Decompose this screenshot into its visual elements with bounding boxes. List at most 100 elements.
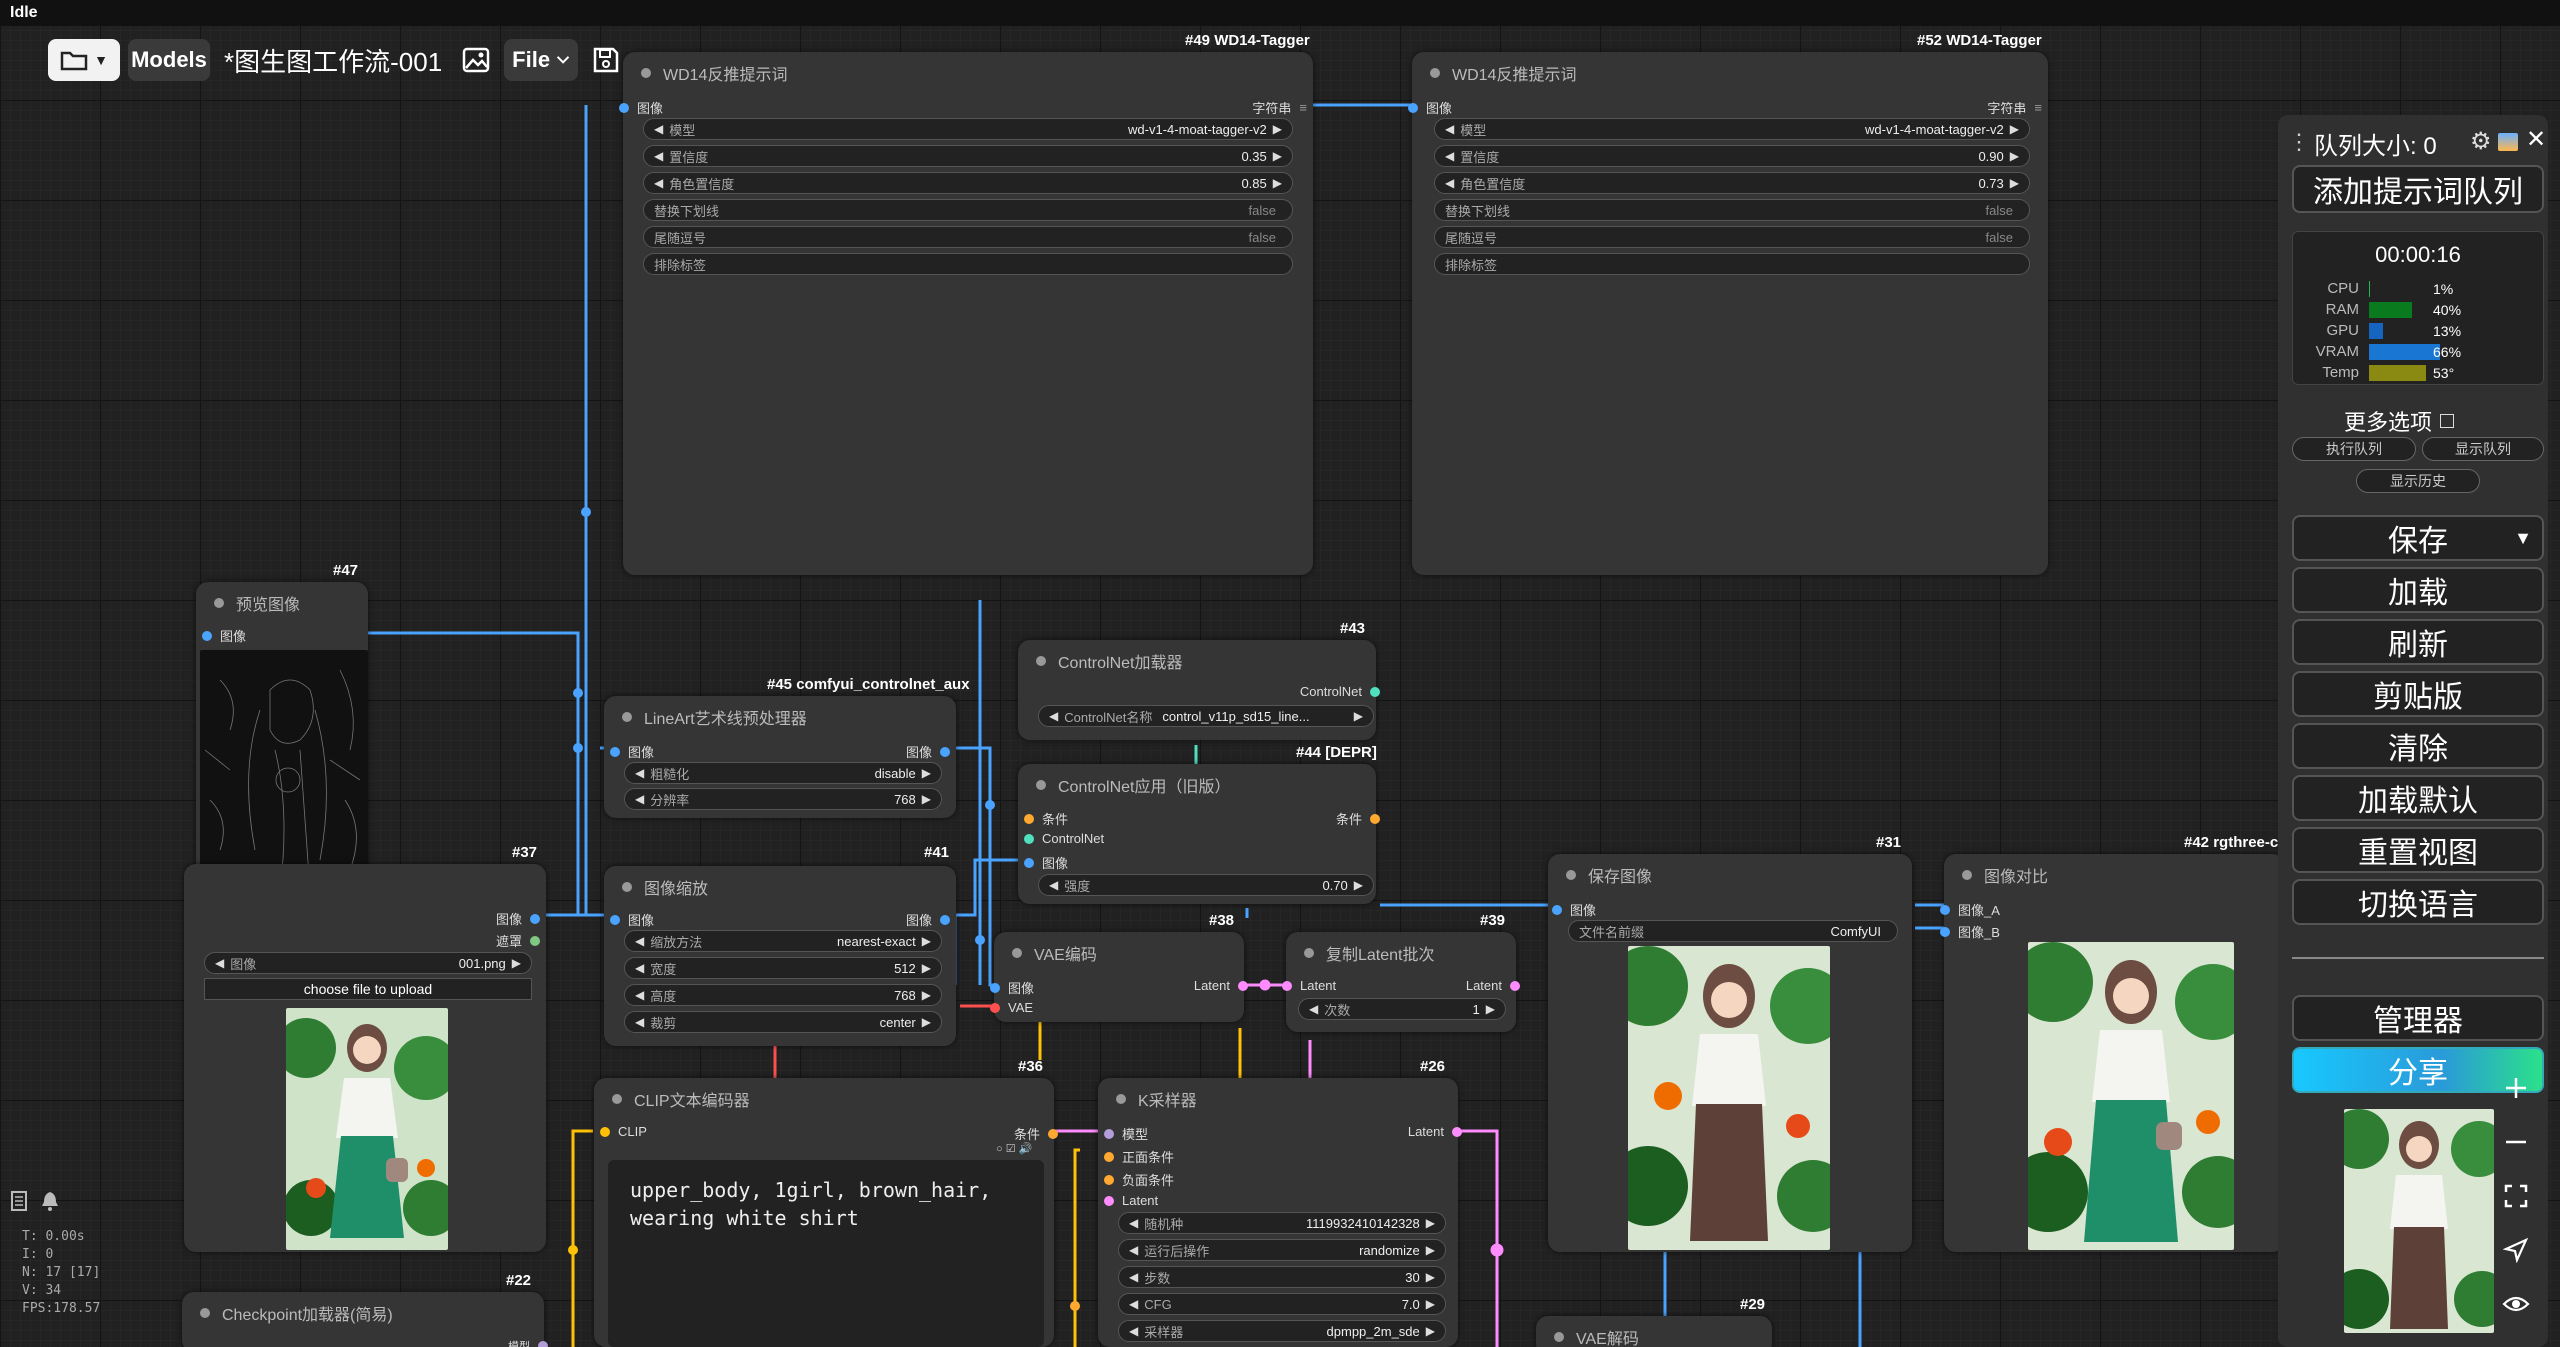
caret-down-icon[interactable]: ▼ <box>2514 528 2532 549</box>
control-after-generate-widget[interactable]: ◀ 运行后操作 randomize ▶ <box>1118 1239 1446 1261</box>
wd14-tagger-node-52[interactable]: WD14反推提示词 图像 ≡ 字符串 ◀ 模型 wd-v1-4-moat-tagger… <box>1408 52 2048 575</box>
vae-decode-node-29[interactable]: VAE解码 <box>1536 1316 1772 1347</box>
input-image[interactable]: 图像 <box>990 978 1034 997</box>
clip-text-encode-node-36[interactable]: CLIP文本编码器 CLIP 条件 ○ ☑ 🔊 upper_body, 1gir… <box>594 1078 1058 1347</box>
bell-icon[interactable] <box>40 1190 60 1212</box>
document-icon[interactable] <box>10 1190 28 1212</box>
save-button[interactable]: 保存 ▼ <box>2292 515 2544 561</box>
repeat-latent-batch-node-39[interactable]: 复制Latent批次 Latent Latent ◀ 次数 1 ▶ <box>1282 932 1520 1032</box>
model-widget[interactable]: ◀ 模型 wd-v1-4-moat-tagger-v2 ▶ <box>643 118 1293 140</box>
coarse-widget[interactable]: ◀ 粗糙化 disable ▶ <box>624 762 942 784</box>
send-icon[interactable] <box>2488 1226 2544 1274</box>
exclude-tags-field[interactable]: 排除标签 <box>1434 253 2030 275</box>
resolution-widget[interactable]: ◀ 分辨率 768 ▶ <box>624 788 942 810</box>
exec-queue-button[interactable]: 执行队列 <box>2292 437 2416 461</box>
threshold-widget[interactable]: ◀ 置信度 0.35 ▶ <box>643 145 1293 167</box>
output-controlnet[interactable]: ControlNet <box>1300 684 1380 699</box>
filename-prefix-widget[interactable]: 文件名前缀 ComfyUI <box>1568 920 1898 942</box>
controlnet-loader-node-43[interactable]: ControlNet加载器 ControlNet ◀ ControlNet名称 co… <box>1018 640 1380 740</box>
show-history-button[interactable]: 显示历史 <box>2356 469 2480 493</box>
output-image[interactable]: 图像 <box>906 910 950 929</box>
gallery-icon[interactable] <box>2498 133 2518 151</box>
vae-encode-node-38[interactable]: VAE编码 图像 VAE Latent <box>990 932 1248 1022</box>
eye-icon[interactable] <box>2488 1280 2544 1328</box>
refresh-button[interactable]: 刷新 <box>2292 619 2544 665</box>
exclude-tags-field[interactable]: 排除标签 <box>643 253 1293 275</box>
reset-view-button[interactable]: 重置视图 <box>2292 827 2544 873</box>
input-latent[interactable]: Latent <box>1104 1193 1158 1208</box>
output-image[interactable]: 图像 <box>906 742 950 761</box>
zoom-out-icon[interactable] <box>2488 1118 2544 1166</box>
crop-widget[interactable]: ◀ 裁剪 center ▶ <box>624 1011 942 1033</box>
image-scale-node-41[interactable]: 图像缩放 图像 图像 ◀ 缩放方法 nearest-exact ▶ ◀ 宽度 512 ▶ ◀… <box>604 866 956 1046</box>
output-image[interactable]: 图像 <box>496 909 540 928</box>
latest-output-thumbnail[interactable] <box>2344 1109 2494 1333</box>
clear-button[interactable]: 清除 <box>2292 723 2544 769</box>
upload-button[interactable]: choose file to upload <box>204 978 532 1000</box>
image-compare-node-42[interactable]: 图像对比 图像_A 图像_B <box>1940 854 2284 1252</box>
ksampler-node-26[interactable]: K采样器 模型 正面条件 负面条件 Latent Latent ◀ 随机种 1119… <box>1098 1078 1462 1347</box>
input-latent[interactable]: Latent <box>1282 978 1336 993</box>
input-image[interactable]: 图像 <box>1552 900 1596 919</box>
trailing-comma-toggle[interactable]: 尾随逗号 false <box>643 226 1293 248</box>
input-image[interactable]: 图像 <box>1024 853 1068 872</box>
input-image-a[interactable]: 图像_A <box>1940 900 2000 919</box>
image-icon[interactable] <box>456 39 496 81</box>
add-queue-button[interactable]: 添加提示词队列 <box>2292 165 2544 213</box>
count-widget[interactable]: ◀ 次数 1 ▶ <box>1298 998 1506 1020</box>
seed-widget[interactable]: ◀ 随机种 1119932410142328 ▶ <box>1118 1212 1446 1234</box>
load-button[interactable]: 加载 <box>2292 567 2544 613</box>
scale-method-widget[interactable]: ◀ 缩放方法 nearest-exact ▶ <box>624 930 942 952</box>
height-widget[interactable]: ◀ 高度 768 ▶ <box>624 984 942 1006</box>
zoom-in-icon[interactable] <box>2488 1064 2544 1112</box>
load-default-button[interactable]: 加载默认 <box>2292 775 2544 821</box>
input-vae[interactable]: VAE <box>990 1000 1033 1015</box>
output-string[interactable]: ≡ 字符串 <box>1252 98 1307 117</box>
save-icon[interactable] <box>586 39 626 81</box>
output-conditioning[interactable]: 条件 <box>1014 1124 1058 1143</box>
more-options-checkbox[interactable] <box>2440 414 2455 428</box>
input-clip[interactable]: CLIP <box>600 1124 647 1139</box>
output-latent[interactable]: Latent <box>1408 1124 1462 1139</box>
load-image-node-37[interactable]: 图像 遮罩 ◀ 图像 001.png ▶ choose file to upload <box>184 864 546 1252</box>
input-positive[interactable]: 正面条件 <box>1104 1147 1174 1166</box>
output-latent[interactable]: Latent <box>1466 978 1520 993</box>
clipspace-button[interactable]: 剪贴版 <box>2292 671 2544 717</box>
fit-view-icon[interactable] <box>2488 1172 2544 1220</box>
cfg-widget[interactable]: ◀ CFG 7.0 ▶ <box>1118 1293 1446 1315</box>
models-button[interactable]: Models <box>128 39 210 81</box>
output-mask[interactable]: 遮罩 <box>496 931 540 950</box>
controlnet-apply-node-44[interactable]: ControlNet应用（旧版） 条件 ControlNet 图像 条件 ◀ 强度… <box>1018 764 1380 904</box>
prompt-textarea[interactable]: upper_body, 1girl, brown_hair, wearing w… <box>608 1160 1044 1347</box>
input-model[interactable]: 模型 <box>1104 1124 1148 1143</box>
steps-widget[interactable]: ◀ 步数 30 ▶ <box>1118 1266 1446 1288</box>
more-options[interactable]: 更多选项 <box>2344 405 2455 437</box>
input-controlnet[interactable]: ControlNet <box>1024 831 1104 846</box>
output-string[interactable]: ≡ 字符串 <box>1987 98 2042 117</box>
trailing-comma-toggle[interactable]: 尾随逗号 false <box>1434 226 2030 248</box>
output-model[interactable]: 模型 <box>508 1338 548 1347</box>
workflow-menu-button[interactable]: ▼ <box>48 39 120 81</box>
replace-underscore-toggle[interactable]: 替换下划线 false <box>643 199 1293 221</box>
file-menu-button[interactable]: File <box>504 39 579 81</box>
switch-language-button[interactable]: 切换语言 <box>2292 879 2544 925</box>
output-conditioning[interactable]: 条件 <box>1336 809 1380 828</box>
save-image-node-31[interactable]: 保存图像 图像 文件名前缀 ComfyUI <box>1548 854 1912 1252</box>
threshold-widget[interactable]: ◀ 置信度 0.90 ▶ <box>1434 145 2030 167</box>
input-image[interactable]: 图像 <box>610 742 654 761</box>
gear-icon[interactable]: ⚙ <box>2470 127 2492 156</box>
char-threshold-widget[interactable]: ◀ 角色置信度 0.85 ▶ <box>643 172 1293 194</box>
workflow-title[interactable]: *图生图工作流-001 <box>218 42 448 79</box>
char-threshold-widget[interactable]: ◀ 角色置信度 0.73 ▶ <box>1434 172 2030 194</box>
manager-button[interactable]: 管理器 <box>2292 995 2544 1041</box>
output-latent[interactable]: Latent <box>1194 978 1248 993</box>
input-negative[interactable]: 负面条件 <box>1104 1170 1174 1189</box>
sampler-widget[interactable]: ◀ 采样器 dpmpp_2m_sde ▶ <box>1118 1320 1446 1342</box>
lineart-preprocessor-node-45[interactable]: LineArt艺术线预处理器 图像 图像 ◀ 粗糙化 disable ▶ ◀ 分辨率 76… <box>604 696 956 818</box>
input-image-b[interactable]: 图像_B <box>1940 922 2000 941</box>
input-image[interactable]: 图像 <box>202 626 246 645</box>
input-conditioning[interactable]: 条件 <box>1024 809 1068 828</box>
text-options-icons[interactable]: ○ ☑ 🔊 <box>996 1142 1032 1155</box>
model-widget[interactable]: ◀ 模型 wd-v1-4-moat-tagger-v2 ▶ <box>1434 118 2030 140</box>
image-file-widget[interactable]: ◀ 图像 001.png ▶ <box>204 952 532 974</box>
